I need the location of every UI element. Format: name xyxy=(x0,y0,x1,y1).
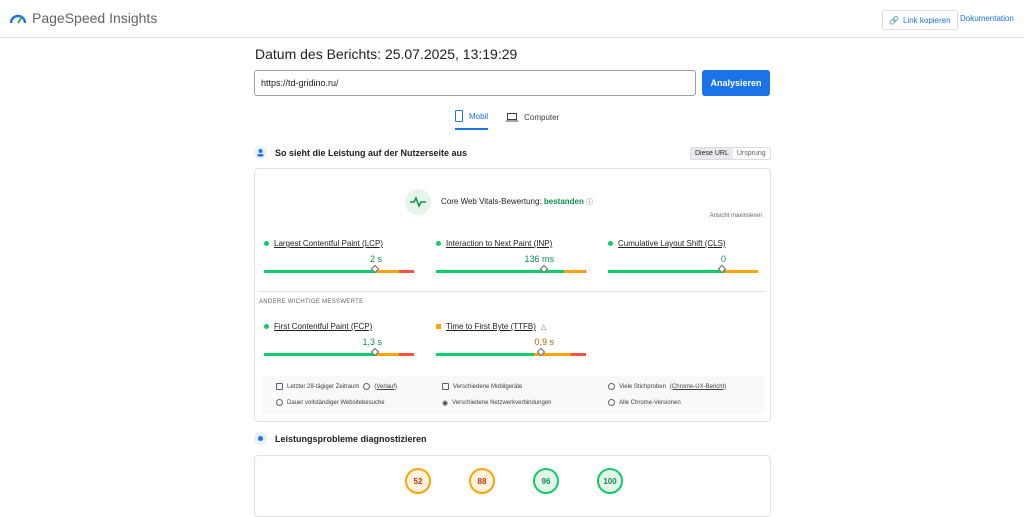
info-devices: Verschiedene Mobilgeräte xyxy=(442,383,522,390)
metric-fcp: First Contentful Paint (FCP) 1,3 s xyxy=(264,322,414,357)
field-section-header: So sieht die Leistung auf der Nutzerseit… xyxy=(254,146,467,159)
report-date: Datum des Berichts: 25.07.2025, 13:19:29 xyxy=(255,46,518,62)
app-title: PageSpeed Insights xyxy=(32,10,158,26)
devices-icon xyxy=(442,383,449,390)
calendar-icon xyxy=(276,383,283,390)
cwv-status: bestanden xyxy=(543,197,584,206)
good-dot-icon xyxy=(608,241,613,246)
cwv-label: Core Web Vitals-Bewertung: xyxy=(441,197,542,206)
expand-view-link[interactable]: Ansicht maximieren xyxy=(710,213,762,219)
info-samples: Viele Stichproben (Chrome-UX-Bericht) xyxy=(608,383,726,390)
device-tabs: Mobil Computer xyxy=(455,110,559,130)
info-period: Letzter 28-tägiger Zeitraum (Verlauf) xyxy=(276,383,397,390)
info-icon[interactable]: ⓘ xyxy=(586,199,593,206)
metric-cls-bar xyxy=(608,264,758,274)
score-accessibility[interactable]: 88 xyxy=(469,468,495,494)
copy-link-button[interactable]: 🔗 Link kopieren xyxy=(882,10,958,30)
data-source-info: Letzter 28-tägiger Zeitraum (Verlauf) Ve… xyxy=(262,376,764,414)
divider xyxy=(259,291,765,292)
brand[interactable]: PageSpeed Insights xyxy=(10,10,157,26)
metric-ttfb-name[interactable]: Time to First Byte (TTFB) xyxy=(446,322,536,331)
good-dot-icon xyxy=(436,241,441,246)
tab-mobile[interactable]: Mobil xyxy=(455,110,489,130)
good-dot-icon xyxy=(264,324,269,329)
tab-mobile-label: Mobil xyxy=(469,111,489,121)
metric-ttfb-bar xyxy=(436,347,586,357)
toggle-origin[interactable]: Ursprung xyxy=(733,148,770,159)
info-duration: Dauer vollständiger Websitebesuche xyxy=(276,399,385,406)
cwv-pulse-icon xyxy=(405,189,431,215)
score-performance[interactable]: 52 xyxy=(405,468,431,494)
metric-cls-name[interactable]: Cumulative Layout Shift (CLS) xyxy=(618,239,726,248)
chrome-icon xyxy=(608,399,615,406)
info-network: ◉ Verschiedene Netzwerkverbindungen xyxy=(442,400,552,407)
pagespeed-logo-icon xyxy=(10,14,26,24)
score-seo[interactable]: 100 xyxy=(597,468,623,494)
metric-cls: Cumulative Layout Shift (CLS) 0 xyxy=(608,239,758,274)
diag-section-header: Leistungsprobleme diagnostizieren xyxy=(254,432,427,445)
metric-inp-value: 136 ms xyxy=(524,254,554,264)
analyze-button[interactable]: Analysieren xyxy=(702,70,770,96)
good-dot-icon xyxy=(264,241,269,246)
metric-fcp-value: 1,3 s xyxy=(362,337,382,347)
metric-inp: Interaction to Next Paint (INP) 136 ms xyxy=(436,239,586,274)
url-origin-toggle: Diese URL Ursprung xyxy=(690,147,771,160)
wifi-icon: ◉ xyxy=(442,400,449,407)
documentation-link[interactable]: Dokumentation xyxy=(960,14,1014,23)
metric-lcp-name[interactable]: Largest Contentful Paint (LCP) xyxy=(274,239,383,248)
phone-icon xyxy=(455,110,463,122)
warning-triangle-icon: △ xyxy=(540,323,547,331)
url-input[interactable] xyxy=(254,70,696,96)
cwv-assessment: Core Web Vitals-Bewertung: bestanden ⓘ xyxy=(405,189,593,215)
metric-cls-value: 0 xyxy=(720,254,726,264)
score-best-practices[interactable]: 96 xyxy=(533,468,559,494)
field-data-card: Core Web Vitals-Bewertung: bestanden ⓘ A… xyxy=(254,168,771,422)
metric-ttfb-value: 0,9 s xyxy=(534,337,554,347)
link-icon: 🔗 xyxy=(889,15,899,25)
top-bar: PageSpeed Insights 🔗 Link kopieren Dokum… xyxy=(0,0,1024,38)
help-icon[interactable] xyxy=(363,383,371,390)
laptop-icon xyxy=(506,112,519,121)
metric-inp-name[interactable]: Interaction to Next Paint (INP) xyxy=(446,239,552,248)
info-chrome: Alle Chrome-Versionen xyxy=(608,399,681,406)
scores-card: 52 88 96 100 xyxy=(254,455,771,517)
other-metrics-label: ANDERE WICHTIGE MESSWERTE xyxy=(259,299,364,305)
copy-link-label: Link kopieren xyxy=(902,15,951,25)
metric-lcp: Largest Contentful Paint (LCP) 2 s xyxy=(264,239,414,274)
average-square-icon xyxy=(436,324,441,329)
crux-report-link[interactable]: (Chrome-UX-Bericht) xyxy=(670,384,726,390)
metric-lcp-bar xyxy=(264,264,414,274)
metric-inp-bar xyxy=(436,264,586,274)
metric-ttfb: Time to First Byte (TTFB) △ 0,9 s xyxy=(436,322,586,357)
tab-desktop[interactable]: Computer xyxy=(506,110,559,130)
metric-fcp-name[interactable]: First Contentful Paint (FCP) xyxy=(274,322,372,331)
metric-lcp-value: 2 s xyxy=(369,254,382,264)
timer-icon xyxy=(276,399,283,406)
diagnose-icon xyxy=(254,432,267,445)
tab-desktop-label: Computer xyxy=(524,112,560,122)
field-section-title: So sieht die Leistung auf der Nutzerseit… xyxy=(275,147,468,158)
diag-section-title: Leistungsprobleme diagnostizieren xyxy=(275,433,427,444)
users-icon xyxy=(254,146,267,159)
metric-fcp-bar xyxy=(264,347,414,357)
toggle-this-url[interactable]: Diese URL xyxy=(691,148,733,159)
samples-icon xyxy=(608,383,615,390)
history-link[interactable]: (Verlauf) xyxy=(374,384,397,390)
